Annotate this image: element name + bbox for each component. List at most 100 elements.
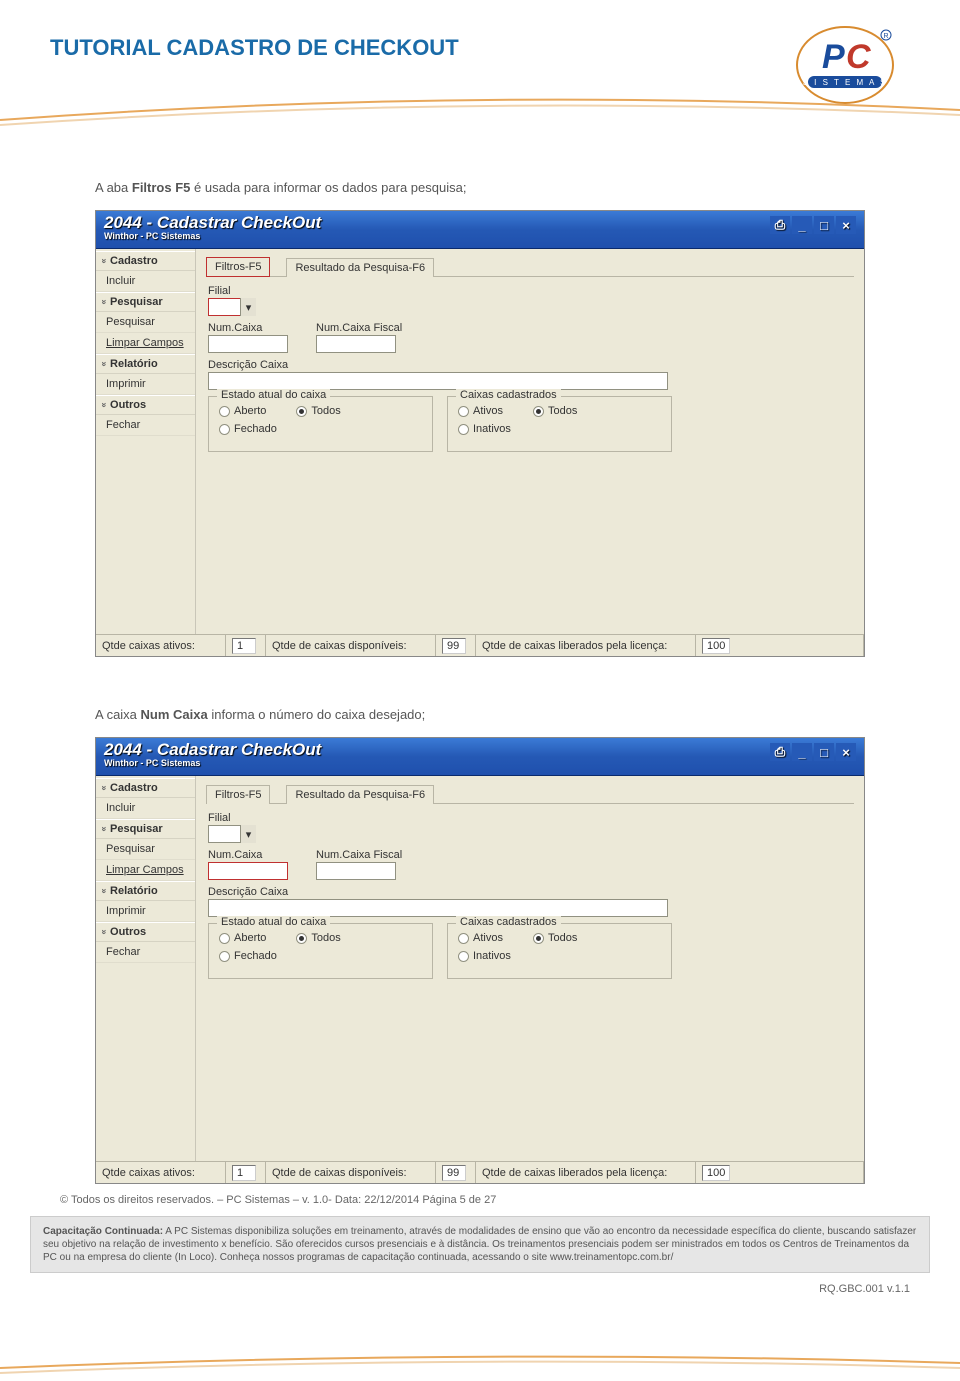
label-filial: Filial	[208, 812, 852, 824]
fieldset-estado-title: Estado atual do caixa	[217, 916, 330, 928]
footer-box: Capacitação Continuada: A PC Sistemas di…	[30, 1216, 930, 1273]
sidebar-item-limpar[interactable]: Limpar Campos	[96, 333, 195, 354]
sidebar-header-outros[interactable]: Outros	[96, 922, 195, 942]
sidebar-item-imprimir[interactable]: Imprimir	[96, 374, 195, 395]
minimize-icon[interactable]: _	[792, 216, 812, 234]
footer-curve	[0, 1348, 960, 1378]
radio-caixas-todos[interactable]: Todos	[533, 932, 577, 944]
close-icon[interactable]: ×	[836, 743, 856, 761]
settings-icon[interactable]: ⎙	[770, 216, 790, 234]
label-numcaixafiscal: Num.Caixa Fiscal	[316, 322, 402, 334]
page-title: TUTORIAL CADASTRO DE CHECKOUT	[50, 35, 459, 61]
radio-estado-todos[interactable]: Todos	[296, 932, 340, 944]
sidebar-header-pesquisar[interactable]: Pesquisar	[96, 819, 195, 839]
status-label-1: Qtde caixas ativos:	[102, 640, 195, 652]
radio-inativos[interactable]: Inativos	[458, 950, 511, 962]
status-value-1: 1	[232, 1165, 256, 1181]
sidebar-item-imprimir[interactable]: Imprimir	[96, 901, 195, 922]
svg-text:R: R	[883, 33, 888, 40]
status-value-2: 99	[442, 1165, 466, 1181]
radio-aberto[interactable]: Aberto	[219, 932, 266, 944]
fieldset-caixas-title: Caixas cadastrados	[456, 389, 561, 401]
fieldset-caixas-title: Caixas cadastrados	[456, 916, 561, 928]
sidebar-item-incluir[interactable]: Incluir	[96, 798, 195, 819]
intro-paragraph-1: A aba Filtros F5 é usada para informar o…	[95, 180, 960, 195]
maximize-icon[interactable]: □	[814, 743, 834, 761]
maximize-icon[interactable]: □	[814, 216, 834, 234]
header-curve	[0, 90, 960, 130]
window-title: 2044 - Cadastrar CheckOut	[104, 740, 321, 760]
radio-inativos[interactable]: Inativos	[458, 423, 511, 435]
status-label-3: Qtde de caixas liberados pela licença:	[482, 1167, 667, 1179]
status-label-3: Qtde de caixas liberados pela licença:	[482, 640, 667, 652]
status-value-3: 100	[702, 638, 730, 654]
statusbar: Qtde caixas ativos: 1 Qtde de caixas dis…	[96, 634, 864, 656]
radio-estado-todos[interactable]: Todos	[296, 405, 340, 417]
copyright: © Todos os direitos reservados. – PC Sis…	[60, 1194, 960, 1206]
radio-ativos[interactable]: Ativos	[458, 405, 503, 417]
settings-icon[interactable]: ⎙	[770, 743, 790, 761]
status-label-2: Qtde de caixas disponíveis:	[272, 1167, 407, 1179]
status-label-2: Qtde de caixas disponíveis:	[272, 640, 407, 652]
descricao-input[interactable]	[208, 899, 668, 917]
status-value-3: 100	[702, 1165, 730, 1181]
sidebar-header-cadastro[interactable]: Cadastro	[96, 778, 195, 798]
fieldset-caixas: Caixas cadastrados Ativos Todos Inativos	[447, 396, 672, 452]
sidebar-header-pesquisar[interactable]: Pesquisar	[96, 292, 195, 312]
chevron-down-icon[interactable]: ▾	[240, 825, 256, 843]
svg-text:C: C	[846, 38, 871, 76]
fieldset-caixas: Caixas cadastrados Ativos Todos Inativos	[447, 923, 672, 979]
sidebar-item-pesquisar[interactable]: Pesquisar	[96, 312, 195, 333]
sidebar-header-cadastro[interactable]: Cadastro	[96, 251, 195, 271]
numcaixafiscal-input[interactable]	[316, 862, 396, 880]
sidebar: Cadastro Incluir Pesquisar Pesquisar Lim…	[96, 249, 196, 634]
sidebar-header-outros[interactable]: Outros	[96, 395, 195, 415]
svg-text:P: P	[822, 38, 845, 76]
sidebar-header-relatorio[interactable]: Relatório	[96, 354, 195, 374]
sidebar-item-fechar[interactable]: Fechar	[96, 942, 195, 963]
tab-filtros[interactable]: Filtros-F5	[206, 257, 270, 277]
sidebar-item-fechar[interactable]: Fechar	[96, 415, 195, 436]
numcaixafiscal-input[interactable]	[316, 335, 396, 353]
window-2: 2044 - Cadastrar CheckOut Winthor - PC S…	[95, 737, 865, 1184]
window-titlebar: 2044 - Cadastrar CheckOut Winthor - PC S…	[96, 738, 864, 776]
fieldset-estado: Estado atual do caixa Aberto Todos Fecha…	[208, 396, 433, 452]
radio-fechado[interactable]: Fechado	[219, 423, 277, 435]
window-1: 2044 - Cadastrar CheckOut Winthor - PC S…	[95, 210, 865, 657]
sidebar: Cadastro Incluir Pesquisar Pesquisar Lim…	[96, 776, 196, 1161]
numcaixa-input[interactable]	[208, 862, 288, 880]
radio-ativos[interactable]: Ativos	[458, 932, 503, 944]
rq-code: RQ.GBC.001 v.1.1	[0, 1283, 910, 1295]
radio-fechado[interactable]: Fechado	[219, 950, 277, 962]
svg-text:S I S T E M A S: S I S T E M A S	[803, 78, 888, 87]
status-value-1: 1	[232, 638, 256, 654]
tab-resultado[interactable]: Resultado da Pesquisa-F6	[286, 785, 434, 804]
label-descricao: Descrição Caixa	[208, 886, 852, 898]
radio-aberto[interactable]: Aberto	[219, 405, 266, 417]
label-numcaixafiscal: Num.Caixa Fiscal	[316, 849, 402, 861]
status-label-1: Qtde caixas ativos:	[102, 1167, 195, 1179]
label-filial: Filial	[208, 285, 852, 297]
window-titlebar: 2044 - Cadastrar CheckOut Winthor - PC S…	[96, 211, 864, 249]
close-icon[interactable]: ×	[836, 216, 856, 234]
tab-resultado[interactable]: Resultado da Pesquisa-F6	[286, 258, 434, 277]
sidebar-item-incluir[interactable]: Incluir	[96, 271, 195, 292]
window-title: 2044 - Cadastrar CheckOut	[104, 213, 321, 233]
label-descricao: Descrição Caixa	[208, 359, 852, 371]
label-numcaixa: Num.Caixa	[208, 322, 288, 334]
label-numcaixa: Num.Caixa	[208, 849, 288, 861]
descricao-input[interactable]	[208, 372, 668, 390]
numcaixa-input[interactable]	[208, 335, 288, 353]
fieldset-estado: Estado atual do caixa Aberto Todos Fecha…	[208, 923, 433, 979]
tab-filtros[interactable]: Filtros-F5	[206, 785, 270, 804]
fieldset-estado-title: Estado atual do caixa	[217, 389, 330, 401]
chevron-down-icon[interactable]: ▾	[240, 298, 256, 316]
intro-paragraph-2: A caixa Num Caixa informa o número do ca…	[95, 707, 960, 722]
statusbar: Qtde caixas ativos: 1 Qtde de caixas dis…	[96, 1161, 864, 1183]
sidebar-item-pesquisar[interactable]: Pesquisar	[96, 839, 195, 860]
radio-caixas-todos[interactable]: Todos	[533, 405, 577, 417]
minimize-icon[interactable]: _	[792, 743, 812, 761]
sidebar-item-limpar[interactable]: Limpar Campos	[96, 860, 195, 881]
status-value-2: 99	[442, 638, 466, 654]
sidebar-header-relatorio[interactable]: Relatório	[96, 881, 195, 901]
